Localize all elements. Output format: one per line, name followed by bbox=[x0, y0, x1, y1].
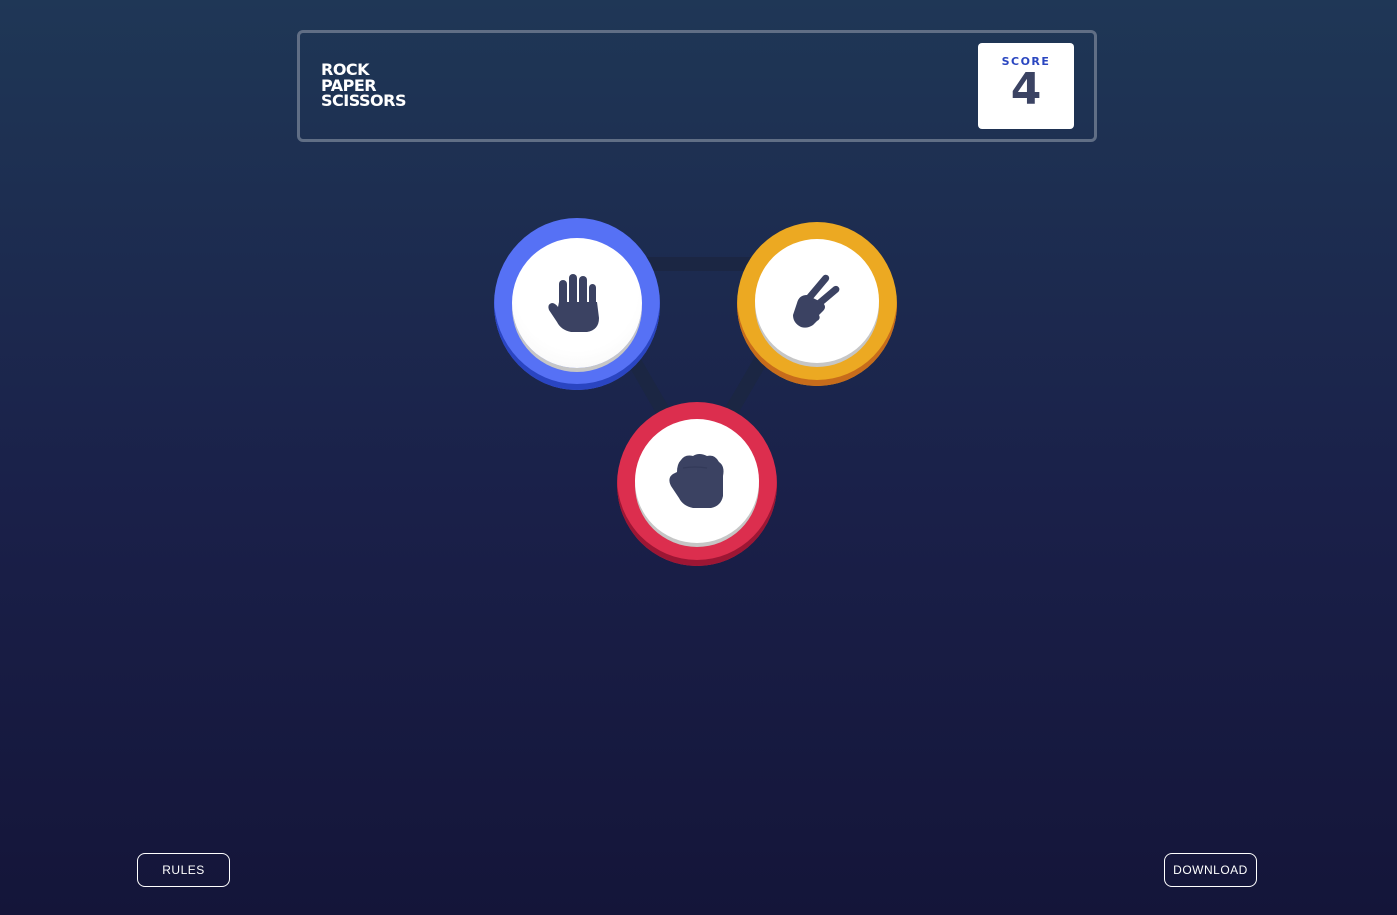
scoreboard-header: ROCK PAPER SCISSORS SCORE 4 bbox=[297, 30, 1097, 142]
rules-button[interactable]: RULES bbox=[137, 853, 230, 887]
title-line-scissors: SCISSORS bbox=[321, 91, 407, 110]
paper-inner bbox=[512, 238, 642, 368]
score-box: SCORE 4 bbox=[978, 43, 1074, 129]
hand-paper-icon bbox=[548, 274, 599, 332]
rock-token[interactable] bbox=[617, 402, 777, 566]
scissors-token[interactable] bbox=[737, 222, 897, 386]
download-button[interactable]: DOWNLOAD bbox=[1164, 853, 1257, 887]
paper-token[interactable] bbox=[494, 218, 660, 390]
game-title: ROCK PAPER SCISSORS bbox=[321, 62, 407, 110]
scissors-inner bbox=[755, 239, 879, 363]
hand-rock-icon bbox=[669, 454, 724, 508]
score-value: 4 bbox=[1010, 64, 1042, 115]
rock-inner bbox=[635, 419, 759, 543]
hand-scissors-icon bbox=[793, 274, 840, 328]
